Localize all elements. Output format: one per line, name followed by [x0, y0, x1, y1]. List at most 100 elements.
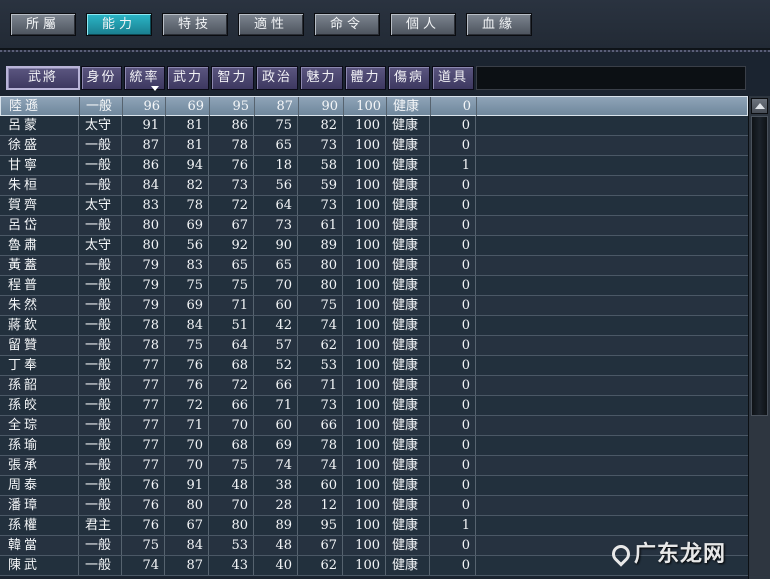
cell-rank: 一般	[79, 316, 122, 335]
cell-rank: 一般	[79, 436, 122, 455]
column-header-1[interactable]: 身份	[81, 66, 122, 90]
table-row[interactable]: 全琮 一般 77 71 70 60 66 100 健康 0	[0, 416, 748, 436]
scroll-up-button[interactable]	[751, 98, 768, 114]
cell-health: 健康	[386, 376, 430, 395]
table-row[interactable]: 賀齊 太守 83 78 72 64 73 100 健康 0	[0, 196, 748, 216]
cell-lead: 86	[122, 156, 165, 175]
tab-6[interactable]: 血緣	[466, 13, 532, 36]
scroll-thumb[interactable]	[751, 116, 768, 416]
cell-empty	[476, 176, 748, 195]
column-header-0[interactable]: 武將	[6, 66, 80, 90]
table-row[interactable]: 丁奉 一般 77 76 68 52 53 100 健康 0	[0, 356, 748, 376]
table-row[interactable]: 陸遜 一般 96 69 95 87 90 100 健康 0	[0, 96, 748, 116]
cell-cha: 66	[298, 416, 343, 435]
table-row[interactable]: 呂岱 一般 80 69 67 73 61 100 健康 0	[0, 216, 748, 236]
cell-health: 健康	[386, 216, 430, 235]
tab-1[interactable]: 能力	[86, 13, 152, 36]
cell-int: 86	[209, 116, 254, 135]
table-row[interactable]: 魯肅 太守 80 56 92 90 89 100 健康 0	[0, 236, 748, 256]
cell-rank: 一般	[79, 336, 122, 355]
cell-pol: 73	[254, 216, 298, 235]
cell-pol: 38	[254, 476, 298, 495]
table-row[interactable]: 孫瑜 一般 77 70 68 69 78 100 健康 0	[0, 436, 748, 456]
cell-int: 78	[209, 136, 254, 155]
column-header-3[interactable]: 武力	[167, 66, 209, 90]
cell-rank: 一般	[79, 276, 122, 295]
cell-empty	[476, 296, 748, 315]
table-row[interactable]: 孫權 君主 76 67 80 89 95 100 健康 1	[0, 516, 748, 536]
cell-rank: 一般	[79, 476, 122, 495]
cell-hp: 100	[343, 116, 386, 135]
cell-int: 66	[209, 396, 254, 415]
table-row[interactable]: 張承 一般 77 70 75 74 74 100 健康 0	[0, 456, 748, 476]
cell-name: 張承	[0, 456, 79, 475]
cell-pol: 69	[254, 436, 298, 455]
cell-rank: 一般	[79, 256, 122, 275]
table-row[interactable]: 孫韶 一般 77 76 72 66 71 100 健康 0	[0, 376, 748, 396]
table-row[interactable]: 呂蒙 太守 91 81 86 75 82 100 健康 0	[0, 116, 748, 136]
cell-rank: 太守	[79, 196, 122, 215]
scrollbar[interactable]	[748, 96, 770, 579]
cell-lead: 84	[122, 176, 165, 195]
table-row[interactable]: 甘寧 一般 86 94 76 18 58 100 健康 1	[0, 156, 748, 176]
cell-cha: 59	[298, 176, 343, 195]
cell-int: 72	[209, 376, 254, 395]
cell-name: 蔣欽	[0, 316, 79, 335]
cell-war: 70	[165, 456, 209, 475]
cell-rank: 一般	[79, 556, 122, 575]
table-row[interactable]: 黃蓋 一般 79 83 65 65 80 100 健康 0	[0, 256, 748, 276]
cell-rank: 一般	[79, 216, 122, 235]
cell-item: 0	[430, 356, 476, 375]
cell-empty	[476, 516, 748, 535]
cell-int: 75	[209, 456, 254, 475]
cell-lead: 77	[122, 396, 165, 415]
cell-cha: 78	[298, 436, 343, 455]
cell-item: 0	[430, 216, 476, 235]
table-row[interactable]: 潘璋 一般 76 80 70 28 12 100 健康 0	[0, 496, 748, 516]
cell-cha: 74	[298, 316, 343, 335]
table-row[interactable]: 孫皎 一般 77 72 66 71 73 100 健康 0	[0, 396, 748, 416]
column-header-4[interactable]: 智力	[211, 66, 254, 90]
cell-item: 1	[430, 516, 476, 535]
cell-pol: 40	[254, 556, 298, 575]
column-header-7[interactable]: 體力	[345, 66, 386, 90]
column-header-9[interactable]: 道具	[432, 66, 474, 90]
column-header-5[interactable]: 政治	[256, 66, 298, 90]
cell-hp: 100	[343, 536, 386, 555]
cell-empty	[476, 136, 748, 155]
cell-war: 70	[165, 436, 209, 455]
table-row[interactable]: 朱桓 一般 84 82 73 56 59 100 健康 0	[0, 176, 748, 196]
table-row[interactable]: 徐盛 一般 87 81 78 65 73 100 健康 0	[0, 136, 748, 156]
cell-pol: 87	[255, 97, 299, 116]
cell-item: 0	[430, 116, 476, 135]
cell-lead: 79	[122, 276, 165, 295]
cell-health: 健康	[386, 396, 430, 415]
cell-name: 留贊	[0, 336, 79, 355]
cell-rank: 一般	[79, 396, 122, 415]
cell-cha: 90	[299, 97, 344, 116]
cell-name: 丁奉	[0, 356, 79, 375]
table-row[interactable]: 程普 一般 79 75 75 70 80 100 健康 0	[0, 276, 748, 296]
column-header-6[interactable]: 魅力	[300, 66, 343, 90]
cell-int: 48	[209, 476, 254, 495]
cell-cha: 62	[298, 336, 343, 355]
cell-pol: 65	[254, 256, 298, 275]
cell-rank: 一般	[79, 136, 122, 155]
column-header-8[interactable]: 傷病	[388, 66, 430, 90]
cell-rank: 太守	[79, 116, 122, 135]
cell-health: 健康	[386, 136, 430, 155]
tab-5[interactable]: 個人	[390, 13, 456, 36]
cell-lead: 77	[122, 376, 165, 395]
tab-3[interactable]: 適性	[238, 13, 304, 36]
watermark-text: 广东龙网	[634, 542, 727, 567]
tab-0[interactable]: 所屬	[10, 13, 76, 36]
cell-lead: 96	[123, 97, 166, 116]
cell-health: 健康	[386, 156, 430, 175]
table-row[interactable]: 周泰 一般 76 91 48 38 60 100 健康 0	[0, 476, 748, 496]
tab-4[interactable]: 命令	[314, 13, 380, 36]
table-row[interactable]: 蔣欽 一般 78 84 51 42 74 100 健康 0	[0, 316, 748, 336]
cell-empty	[476, 196, 748, 215]
tab-2[interactable]: 特技	[162, 13, 228, 36]
table-row[interactable]: 留贊 一般 78 75 64 57 62 100 健康 0	[0, 336, 748, 356]
table-row[interactable]: 朱然 一般 79 69 71 60 75 100 健康 0	[0, 296, 748, 316]
